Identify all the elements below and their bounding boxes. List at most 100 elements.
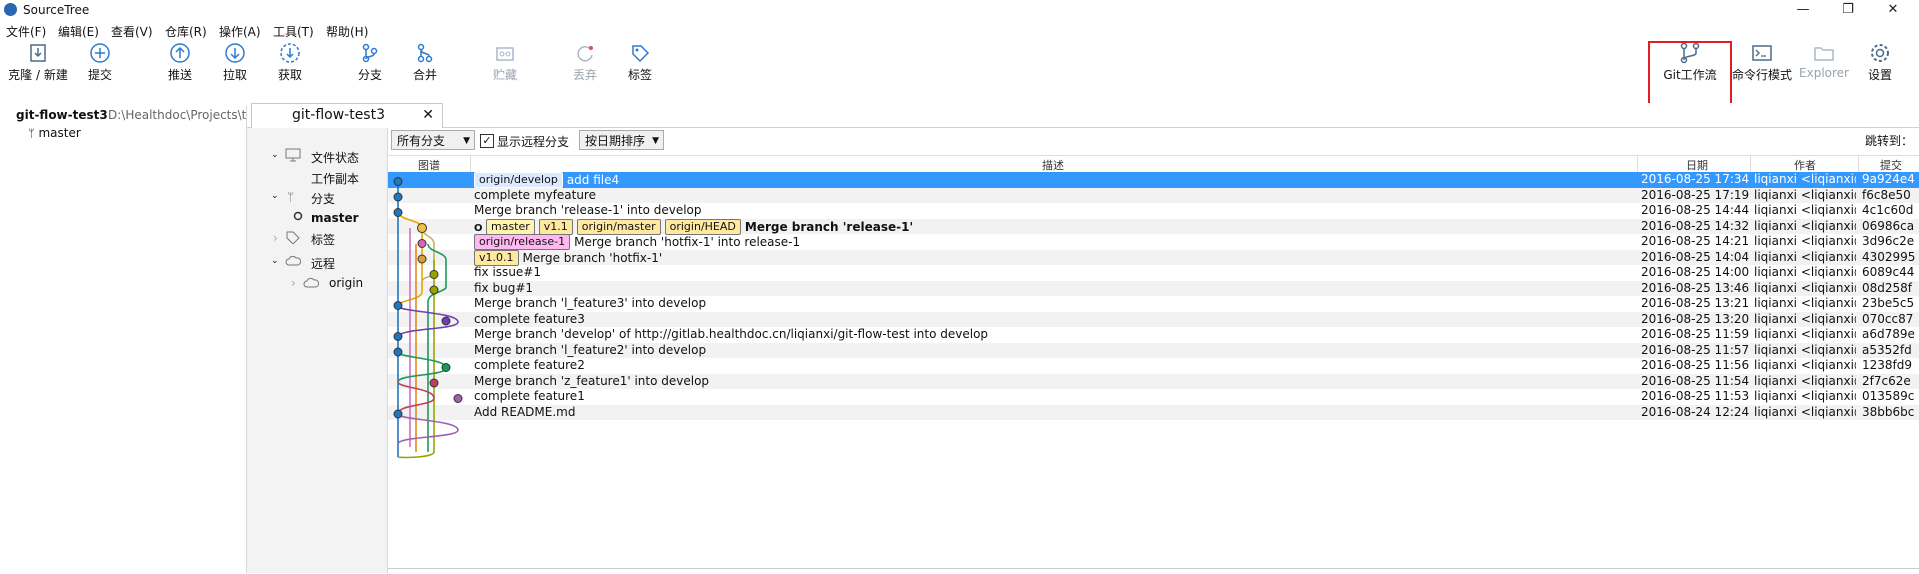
col-date[interactable]: 日期: [1686, 157, 1708, 173]
highlight-box: [1648, 41, 1732, 106]
commit-date: 2016-08-25 11:57: [1641, 342, 1750, 357]
branch-label[interactable]: origin/master: [576, 218, 661, 235]
table-row[interactable]: complete myfeature 2016-08-25 17:19 liqian…: [388, 187, 1919, 203]
commit-date: 2016-08-25 14:21: [1641, 234, 1750, 248]
show-remote-label: 显示远程分支: [497, 135, 570, 149]
commit-message: fix bug#1: [474, 280, 534, 295]
branch-label[interactable]: master: [485, 218, 535, 235]
commit-author: liqianxi <liqianxi@: [1754, 342, 1856, 357]
branch-label[interactable]: origin/release-1: [474, 234, 571, 250]
table-row[interactable]: origin/develop add file4 2016-08-25 17:34 l…: [388, 172, 1919, 188]
settings-button[interactable]: 设置: [1852, 38, 1908, 90]
table-row[interactable]: Add README.md 2016-08-24 12:24 liqianxi <l…: [388, 404, 1919, 420]
maximize-button[interactable]: ❐: [1828, 0, 1868, 20]
branch-label[interactable]: origin/develop: [474, 172, 563, 188]
commit-author: liqianxi <liqianxi@: [1754, 358, 1856, 372]
sort-dropdown[interactable]: 按日期排序 ▼: [579, 130, 664, 150]
commit-hash: 38bb6bc: [1862, 404, 1915, 419]
monitor-icon: [285, 148, 301, 165]
tag-label[interactable]: v1.1: [538, 218, 573, 235]
show-remote-checkbox[interactable]: ✓: [480, 134, 494, 148]
col-graph[interactable]: 图谱: [418, 157, 440, 173]
commit-author: liqianxi <liqianxi@: [1754, 389, 1856, 403]
jump-to-label[interactable]: 跳转到：: [1865, 132, 1913, 149]
fetch-button[interactable]: 获取: [262, 38, 318, 90]
commit-description: complete feature1: [474, 389, 585, 403]
chevron-right-icon[interactable]: ›: [273, 231, 278, 245]
push-icon: [170, 43, 190, 63]
commit-author: liqianxi <liqianxi@: [1754, 234, 1856, 248]
tab-close-icon[interactable]: ✕: [422, 107, 434, 123]
repository-list-pane: git-flow-test3 D:\Healthdoc\Projects\t ᛘ…: [0, 106, 247, 573]
commit-description: Merge branch 'release-1' into develop: [474, 203, 702, 217]
commit-hash: a5352fd: [1862, 342, 1912, 357]
col-commit[interactable]: 提交: [1880, 157, 1902, 173]
col-author[interactable]: 作者: [1794, 157, 1816, 173]
chevron-down-icon[interactable]: ⌄: [271, 150, 279, 160]
table-row[interactable]: Merge branch 'release-1' into develop 201…: [388, 203, 1919, 219]
commit-button[interactable]: 提交: [72, 38, 128, 90]
branch-icon: ᛘ: [28, 127, 35, 140]
sidebar-branches[interactable]: 分支: [311, 190, 335, 207]
commit-author: liqianxi <liqianxi@: [1754, 311, 1856, 326]
repo-name[interactable]: git-flow-test3: [16, 108, 108, 122]
commit-message: Merge branch 'l_feature2' into develop: [474, 342, 707, 357]
terminal-button[interactable]: 命令行模式: [1732, 38, 1792, 90]
commit-hash: 08d258f: [1862, 280, 1913, 295]
table-row[interactable]: O master v1.1 origin/master origin/HEAD Merg…: [388, 218, 1919, 235]
table-row[interactable]: origin/release-1 Merge branch 'hotfix-1' …: [388, 234, 1919, 250]
commit-date: 2016-08-25 13:46: [1641, 280, 1750, 295]
sidebar-remotes[interactable]: 远程: [311, 255, 335, 272]
chevron-down-icon[interactable]: ⌄: [271, 191, 279, 201]
sidebar-tags[interactable]: 标签: [311, 231, 335, 248]
commit-message: complete feature2: [474, 358, 585, 372]
commit-log-panel: 所有分支 ▼ ✓ 显示远程分支 按日期排序 ▼ 跳转到： 图谱 描述 日期 作者 提…: [388, 128, 1919, 573]
commit-author: liqianxi <liqianxi@: [1754, 373, 1856, 388]
tab-repo[interactable]: git-flow-test3 ✕: [251, 103, 443, 128]
title-bar: SourceTree — ❐ ✕: [0, 0, 1919, 20]
head-indicator-icon: O: [474, 222, 486, 234]
table-row[interactable]: complete feature3 2016-08-25 13:20 liqianx…: [388, 311, 1919, 327]
tag-label[interactable]: v1.0.1: [474, 249, 519, 266]
column-header: 图谱 描述 日期 作者 提交: [388, 155, 1919, 173]
commit-hash: 9a924e4: [1862, 172, 1915, 186]
table-row[interactable]: Merge branch 'l_feature3' into develop 20…: [388, 296, 1919, 312]
clone-button[interactable]: 克隆 / 新建: [8, 38, 68, 90]
chevron-down-icon[interactable]: ⌄: [271, 256, 279, 266]
sidebar-working-copy[interactable]: 工作副本: [311, 170, 359, 187]
table-row[interactable]: Merge branch 'z_feature1' into develop 20…: [388, 373, 1919, 389]
sidebar-file-status[interactable]: 文件状态: [311, 149, 359, 166]
table-row[interactable]: v1.0.1 Merge branch 'hotfix-1' 2016-08-25 …: [388, 249, 1919, 266]
current-branch-circle-icon: [293, 210, 303, 224]
commit-date: 2016-08-25 17:34: [1641, 172, 1750, 186]
tag-button[interactable]: 标签: [612, 38, 668, 90]
close-button[interactable]: ✕: [1873, 0, 1913, 20]
minimize-button[interactable]: —: [1783, 0, 1823, 20]
table-row[interactable]: complete feature1 2016-08-25 11:53 liqianx…: [388, 389, 1919, 405]
commit-date: 2016-08-25 14:00: [1641, 265, 1750, 279]
table-row[interactable]: Merge branch 'l_feature2' into develop 20…: [388, 342, 1919, 358]
tag-icon: [632, 45, 650, 63]
commit-description: complete feature2: [474, 358, 585, 372]
sidebar-remote-origin[interactable]: origin: [329, 276, 363, 290]
table-row[interactable]: fix issue#1 2016-08-25 14:00 liqianxi <liq…: [388, 265, 1919, 281]
commit-description: Merge branch 'l_feature3' into develop: [474, 296, 706, 310]
branch-filter-dropdown[interactable]: 所有分支 ▼: [391, 130, 475, 150]
stash-button[interactable]: 贮藏: [477, 38, 533, 90]
commit-description: complete feature3: [474, 312, 585, 326]
chevron-right-icon[interactable]: ›: [291, 276, 296, 290]
merge-button[interactable]: 合并: [397, 38, 453, 90]
commit-message: Merge branch 'release-1' into develop: [474, 203, 702, 217]
table-row[interactable]: Merge branch 'develop' of http://gitlab.…: [388, 327, 1919, 343]
commit-message: Merge branch 'z_feature1' into develop: [474, 373, 710, 388]
discard-icon: [577, 46, 593, 62]
table-row[interactable]: complete feature2 2016-08-25 11:56 liqianx…: [388, 358, 1919, 374]
table-row[interactable]: fix bug#1 2016-08-25 13:46 liqianxi <liqia…: [388, 280, 1919, 296]
commit-message: add file4: [566, 173, 620, 187]
chevron-down-icon: ▼: [652, 136, 659, 146]
commit-author: liqianxi <liqianxi@: [1754, 404, 1856, 419]
sidebar-branch-master[interactable]: master: [311, 211, 359, 225]
branch-label[interactable]: origin/HEAD: [664, 218, 741, 235]
col-description[interactable]: 描述: [1042, 157, 1064, 173]
commit-date: 2016-08-25 11:59: [1641, 327, 1750, 341]
